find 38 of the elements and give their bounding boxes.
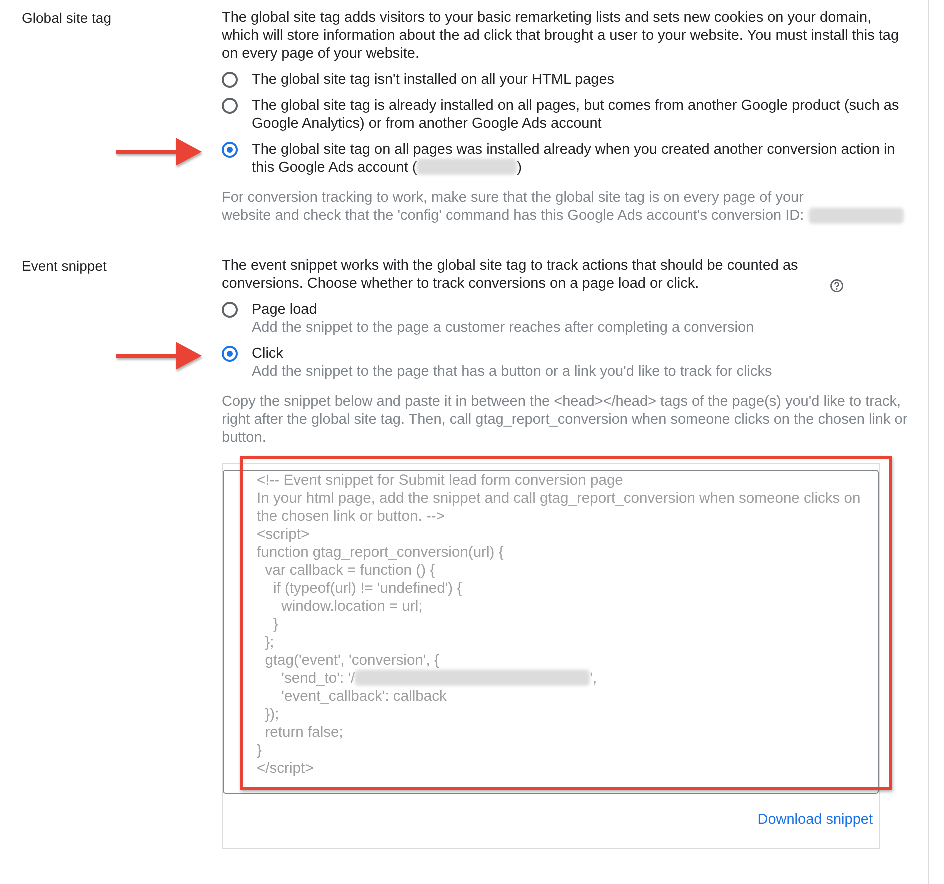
section-label: Event snippet — [22, 257, 108, 276]
code-line: if (typeof(url) != 'undefined') { — [272, 581, 462, 597]
help-icon[interactable] — [830, 279, 844, 293]
note-text: Copy the snippet below and paste it in between the <head></head> tags of the page(s) you'd like to track, right after the global site tag. Then, call gtag_report_conversion when someone clicks on the chosen link or button. — [222, 394, 908, 446]
code-line: <script> — [257, 527, 310, 543]
option-label: The global site tag on all pages was installed already when you created another conversion action in this Google Ads account ( ) — [252, 141, 896, 177]
code-line: }); — [264, 707, 280, 723]
option-label: Click — [252, 345, 284, 363]
section-label: Global site tag — [22, 9, 112, 28]
code-line: return false; — [264, 725, 344, 741]
description-text: The event snippet works with the global site tag to track actions that should be counted as conversions. Choose whether to track conversions on a page load or click. — [222, 257, 800, 293]
option-label: Page load — [252, 301, 318, 319]
radio-button[interactable] — [222, 302, 238, 318]
radio-button[interactable] — [222, 98, 238, 114]
code-line: gtag('event', 'conversion', { — [264, 653, 440, 669]
code-line: In your html page, add the snippet and call gtag_report_conversion when someone clicks on — [257, 491, 861, 507]
code-line: 'event_callback': callback — [280, 689, 447, 705]
code-line: var callback = function () { — [264, 563, 436, 579]
radio-button[interactable] — [222, 142, 238, 158]
option-hint: Add the snippet to the page that has a button or a link you'd like to track for clicks — [252, 363, 772, 381]
radio-button[interactable] — [222, 346, 238, 362]
code-line: window.location = url; — [280, 599, 423, 615]
code-line: 'send_to': '/ — [280, 671, 356, 687]
code-line: function gtag_report_conversion(url) { — [257, 545, 504, 561]
description-text: The global site tag adds visitors to your basic remarketing lists and sets new cookies on your domain, which will store information about the ad click that brought a user to your website. You must install this tag on every page of your website. — [222, 10, 900, 62]
code-line: }; — [264, 635, 274, 651]
code-line: } — [272, 617, 278, 633]
radio-button[interactable] — [222, 72, 238, 88]
option-label: The global site tag is already installed on all pages, but comes from another Google product (such as Google Analytics) or from another Google Ads account — [252, 97, 900, 133]
code-line: ', — [590, 671, 598, 687]
code-line: <!-- Event snippet for Submit lead form conversion page — [257, 473, 624, 489]
option-label: The global site tag isn't installed on all your HTML pages — [252, 71, 615, 89]
code-line: } — [257, 743, 262, 759]
option-hint: Add the snippet to the page a customer reaches after completing a conversion — [252, 319, 754, 337]
code-line: the chosen link or button. --> — [257, 509, 445, 525]
code-line: </script> — [257, 761, 314, 777]
note-text: For conversion tracking to work, make sure that the global site tag is on every page of your website and check that the 'config' command has this Google Ads account's conversion ID: — [222, 189, 806, 225]
download-snippet-link[interactable]: Download snippet — [756, 810, 875, 830]
